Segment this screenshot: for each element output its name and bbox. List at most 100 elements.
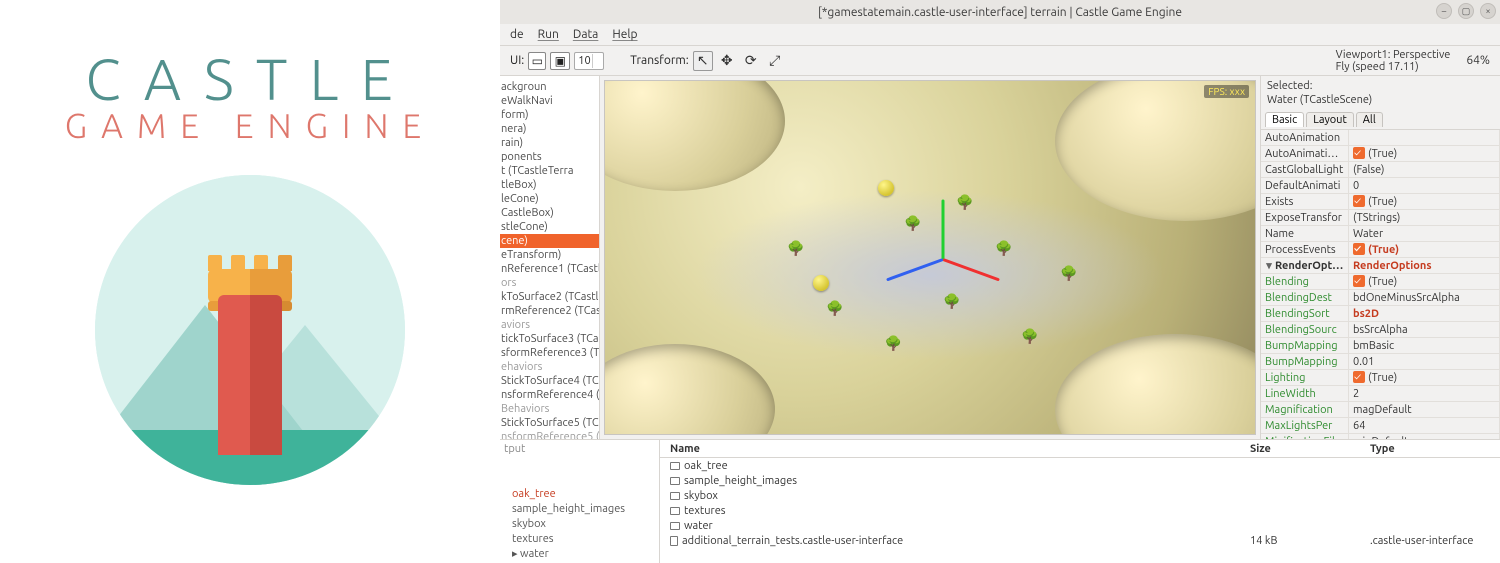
close-button[interactable]: × [1480,3,1496,19]
menu-item-0[interactable]: de [510,28,524,41]
prop-value[interactable]: RenderOptions [1349,258,1500,274]
menu-item-help[interactable]: Help [612,28,637,41]
tool-select-icon[interactable]: ↖ [693,51,713,71]
prop-name: ExposeTransfor [1261,210,1349,226]
tool-move-icon[interactable]: ✥ [717,51,737,71]
viewport-3d[interactable]: 🌳 🌳 🌳 🌳 🌳 🌳 🌳 🌳 🌳 FPS: xxx [604,80,1256,435]
prop-value[interactable]: magDefault [1349,402,1500,418]
file-row[interactable]: additional_terrain_tests.castle-user-int… [660,533,1500,548]
prop-value[interactable]: Water [1349,226,1500,242]
hierarchy-row[interactable]: rain) [500,136,599,150]
hierarchy-row[interactable]: nera) [500,122,599,136]
asset-tree-item[interactable]: oak_tree [500,487,659,502]
hierarchy-row[interactable]: ehaviors [500,360,599,374]
hierarchy-row[interactable]: sformReference3 (TCastle [500,346,599,360]
fps-badge: FPS: xxx [1204,85,1249,98]
prop-value[interactable]: 0.01 [1349,354,1500,370]
prop-name: BumpMapping [1261,354,1349,370]
hierarchy-row[interactable]: leCone) [500,192,599,206]
tab-layout[interactable]: Layout [1306,112,1354,127]
ui-rect-outline-button[interactable]: ▭ [528,52,546,70]
prop-name: Magnification [1261,402,1349,418]
menu-item-run[interactable]: Run [538,28,559,41]
menu-item-data[interactable]: Data [573,28,599,41]
file-row[interactable]: oak_tree [660,458,1500,473]
folder-icon [670,507,680,515]
hierarchy-row[interactable]: ponents [500,150,599,164]
prop-value[interactable]: 64 [1349,418,1500,434]
hierarchy-row[interactable]: tickToSurface3 (TCastleS [500,332,599,346]
asset-tree[interactable]: tput oak_treesample_height_imagesskyboxt… [500,440,660,563]
ui-rect-add-button[interactable]: ▣ [550,52,570,70]
window-title: [*gamestatemain.castle-user-interface] t… [818,6,1182,19]
hierarchy-row[interactable]: aviors [500,318,599,332]
file-row[interactable]: sample_height_images [660,473,1500,488]
hierarchy-row[interactable]: CastleBox) [500,206,599,220]
prop-value[interactable]: bsSrcAlpha [1349,322,1500,338]
transform-gizmo[interactable] [943,258,945,260]
hierarchy-row[interactable]: nsformReference4 (TCastle [500,388,599,402]
hierarchy-row[interactable]: ors [500,276,599,290]
hierarchy-row[interactable]: cene) [500,234,599,248]
titlebar: [*gamestatemain.castle-user-interface] t… [500,0,1500,24]
hierarchy-row[interactable]: Behaviors [500,402,599,416]
asset-tree-item[interactable]: sample_height_images [500,502,659,517]
file-row[interactable]: water [660,518,1500,533]
folder-icon [670,477,680,485]
prop-value[interactable]: (True) [1349,242,1500,258]
prop-value[interactable]: (True) [1349,146,1500,162]
hierarchy-row[interactable]: StickToSurface4 (TCastleS [500,374,599,388]
prop-value[interactable]: 0 [1349,178,1500,194]
asset-tree-item[interactable]: textures [500,532,659,547]
minimize-button[interactable]: – [1436,3,1452,19]
ui-snap-spin[interactable]: 10 [574,52,604,70]
hierarchy-row[interactable]: nsformReference5 (TCastle [500,430,599,439]
hierarchy-row[interactable]: eTransform) [500,248,599,262]
hierarchy-row[interactable]: t (TCastleTerra [500,164,599,178]
prop-name: AutoAnimation [1261,130,1349,146]
hierarchy-row[interactable]: nReference1 (TCastle [500,262,599,276]
file-row[interactable]: skybox [660,488,1500,503]
prop-name: Name [1261,226,1349,242]
prop-value[interactable]: (True) [1349,194,1500,210]
transform-label: Transform: [630,54,688,67]
prop-value[interactable]: bs2D [1349,306,1500,322]
inspector-panel: Selected: Water (TCastleScene) Basic Lay… [1260,76,1500,439]
asset-tree-item[interactable]: skybox [500,517,659,532]
prop-value[interactable]: (TStrings) [1349,210,1500,226]
hierarchy-row[interactable]: ackgroun [500,80,599,94]
hierarchy-panel[interactable]: ackgrouneWalkNaviform)nera)rain)ponentst… [500,76,600,439]
prop-value[interactable]: (True) [1349,370,1500,386]
hierarchy-row[interactable]: rmReference2 (TCastle [500,304,599,318]
hierarchy-row[interactable]: kToSurface2 (TCastleS [500,290,599,304]
tool-scale-icon[interactable]: ⤢ [765,51,785,71]
asset-tree-item[interactable]: ▸ water [500,547,659,562]
tool-rotate-icon[interactable]: ⟳ [741,51,761,71]
file-row[interactable]: textures [660,503,1500,518]
menubar: de Run Data Help [500,24,1500,46]
prop-value[interactable]: (False) [1349,162,1500,178]
hierarchy-row[interactable]: stleCone) [500,220,599,234]
hierarchy-row[interactable]: StickToSurface5 (TCastleS [500,416,599,430]
hierarchy-row[interactable]: form) [500,108,599,122]
file-icon [670,536,678,546]
prop-value[interactable]: bmBasic [1349,338,1500,354]
prop-value[interactable] [1349,130,1500,146]
prop-value[interactable]: 2 [1349,386,1500,402]
promo-title-1: CASTLE [85,46,414,111]
maximize-button[interactable]: ▢ [1458,3,1474,19]
output-tab[interactable]: tput [500,442,659,457]
prop-name: BlendingSort [1261,306,1349,322]
hierarchy-row[interactable]: eWalkNavi [500,94,599,108]
prop-value[interactable]: minDefault [1349,434,1500,439]
selected-value: Water (TCastleScene) [1267,93,1494,107]
prop-value[interactable]: bdOneMinusSrcAlpha [1349,290,1500,306]
col-type[interactable]: Type [1370,443,1500,455]
prop-value[interactable]: (True) [1349,274,1500,290]
col-name[interactable]: Name [660,443,1250,455]
hierarchy-row[interactable]: tleBox) [500,178,599,192]
editor-window: [*gamestatemain.castle-user-interface] t… [500,0,1500,563]
col-size[interactable]: Size [1250,443,1370,455]
tab-basic[interactable]: Basic [1265,112,1304,127]
tab-all[interactable]: All [1356,112,1383,127]
